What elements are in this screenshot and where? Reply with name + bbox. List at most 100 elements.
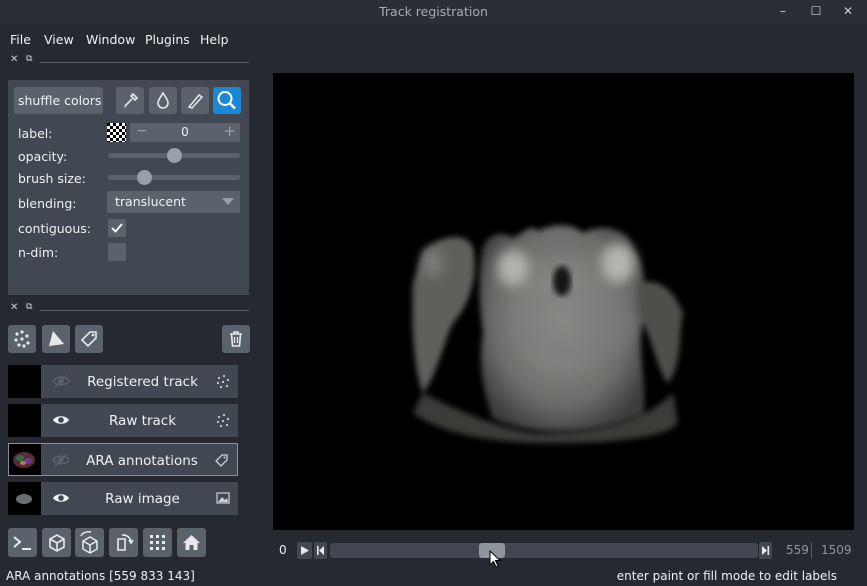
brain-image (412, 225, 683, 444)
reset-view-button[interactable] (177, 528, 206, 557)
step-forward-button[interactable] (759, 542, 772, 559)
chevron-down-icon (222, 198, 234, 205)
layer-body[interactable]: Registered track (41, 365, 238, 398)
menu-view[interactable]: View (44, 32, 74, 47)
ara-thumbnail-image (13, 452, 35, 468)
new-labels-layer-button[interactable] (75, 325, 103, 353)
points-icon (216, 374, 230, 388)
shuffle-colors-button[interactable]: shuffle colors (14, 87, 103, 114)
eye-hidden-icon[interactable] (52, 452, 70, 468)
blending-dropdown[interactable]: translucent (107, 191, 240, 213)
dims-total-label: 1509 (821, 543, 852, 557)
maximize-icon[interactable]: ☐ (806, 2, 826, 20)
fill-drop-icon (157, 91, 169, 109)
points-icon (14, 330, 30, 348)
layer-row[interactable]: Raw image (8, 482, 238, 515)
picker-button[interactable] (116, 87, 144, 114)
layer-body[interactable]: Raw track (41, 404, 238, 437)
dims-separator (811, 542, 812, 558)
raw-image-thumbnail (16, 494, 32, 504)
contiguous-checkbox[interactable] (108, 219, 126, 237)
layer-name[interactable]: Registered track (77, 374, 208, 390)
points-icon (216, 413, 230, 427)
dims-current-label[interactable]: 559 (786, 543, 809, 557)
opacity-slider-handle[interactable] (166, 148, 182, 163)
transpose-icon (117, 534, 134, 551)
console-button[interactable] (8, 528, 37, 557)
layer-thumbnail (8, 482, 41, 515)
layer-body[interactable]: ARA annotations (41, 443, 238, 476)
new-points-layer-button[interactable] (8, 325, 36, 353)
dock-divider (40, 62, 249, 63)
home-icon (183, 535, 200, 550)
layer-thumbnail (8, 404, 41, 437)
menu-file[interactable]: File (10, 32, 31, 47)
layer-name[interactable]: ARA annotations (77, 453, 207, 469)
new-shapes-layer-button[interactable] (42, 325, 70, 353)
dims-start-label: 0 (279, 543, 287, 557)
label-spinbox[interactable]: − 0 + (130, 122, 240, 142)
dock-divider (40, 310, 249, 311)
brush-size-slider-handle[interactable] (137, 170, 153, 185)
menu-plugins[interactable]: Plugins (145, 32, 190, 47)
shuffle-colors-label: shuffle colors (18, 93, 102, 108)
delete-layer-button[interactable] (222, 325, 250, 353)
image-icon (216, 492, 230, 504)
viewer-canvas[interactable] (273, 73, 854, 530)
window-title: Track registration (379, 4, 488, 19)
roll-icon (80, 530, 98, 554)
dock-close-icon[interactable]: ✕ (10, 302, 18, 313)
layer-controls-panel: shuffle colors label: − 0 + opacity: bru… (8, 80, 249, 295)
step-back-button[interactable] (314, 542, 327, 559)
step-back-icon (317, 546, 324, 555)
dims-slider-track[interactable] (330, 543, 758, 558)
blending-value: translucent (115, 194, 186, 209)
layer-name[interactable]: Raw track (77, 413, 208, 429)
layer-name[interactable]: Raw image (77, 491, 208, 507)
minimize-icon[interactable]: – (773, 2, 793, 20)
color-picker-icon (124, 92, 139, 108)
shapes-icon (49, 331, 64, 346)
label-tag-icon (80, 331, 97, 348)
layer-row-selected[interactable]: ARA annotations (8, 443, 238, 476)
ndisplay-button[interactable] (42, 528, 71, 557)
eye-icon[interactable] (52, 490, 70, 506)
contiguous-label: contiguous: (18, 221, 91, 236)
paintbrush-icon (187, 94, 204, 109)
controls-dock-handle[interactable]: ✕ ⧉ (8, 54, 249, 68)
layer-row[interactable]: Raw track (8, 404, 238, 437)
dock-close-icon[interactable]: ✕ (10, 54, 18, 65)
play-icon (301, 546, 309, 555)
menu-window[interactable]: Window (86, 32, 135, 47)
label-color-swatch (107, 123, 126, 142)
ndim-checkbox[interactable] (108, 243, 126, 261)
layer-body[interactable]: Raw image (41, 482, 238, 515)
eye-hidden-icon[interactable] (52, 373, 70, 389)
dock-float-icon[interactable]: ⧉ (26, 302, 32, 312)
trash-icon (230, 331, 242, 347)
brush-size-slider[interactable] (108, 175, 240, 180)
paint-button[interactable] (181, 87, 209, 114)
fill-button[interactable] (149, 87, 177, 114)
step-forward-icon (762, 546, 770, 555)
layer-thumbnail (8, 365, 41, 398)
pan-zoom-button[interactable] (213, 87, 241, 114)
plus-icon[interactable]: + (223, 122, 236, 140)
layer-thumbnail (8, 443, 41, 476)
menu-bar: File View Window Plugins Help (0, 28, 867, 52)
menu-help[interactable]: Help (200, 32, 229, 47)
grid-icon (150, 535, 165, 550)
dock-float-icon[interactable]: ⧉ (26, 54, 32, 64)
transpose-button[interactable] (109, 528, 138, 557)
play-button[interactable] (297, 542, 312, 559)
layer-row[interactable]: Registered track (8, 365, 238, 398)
grid-view-button[interactable] (143, 528, 172, 557)
blending-label: blending: (18, 196, 77, 211)
label-label: label: (18, 126, 53, 141)
status-left-text: ARA annotations [559 833 143] (6, 569, 195, 583)
layerlist-dock-handle[interactable]: ✕ ⧉ (8, 302, 249, 316)
roll-dims-button[interactable] (75, 528, 104, 557)
close-icon[interactable]: ✕ (838, 2, 858, 20)
magnifier-icon (217, 91, 236, 110)
eye-icon[interactable] (52, 412, 70, 428)
